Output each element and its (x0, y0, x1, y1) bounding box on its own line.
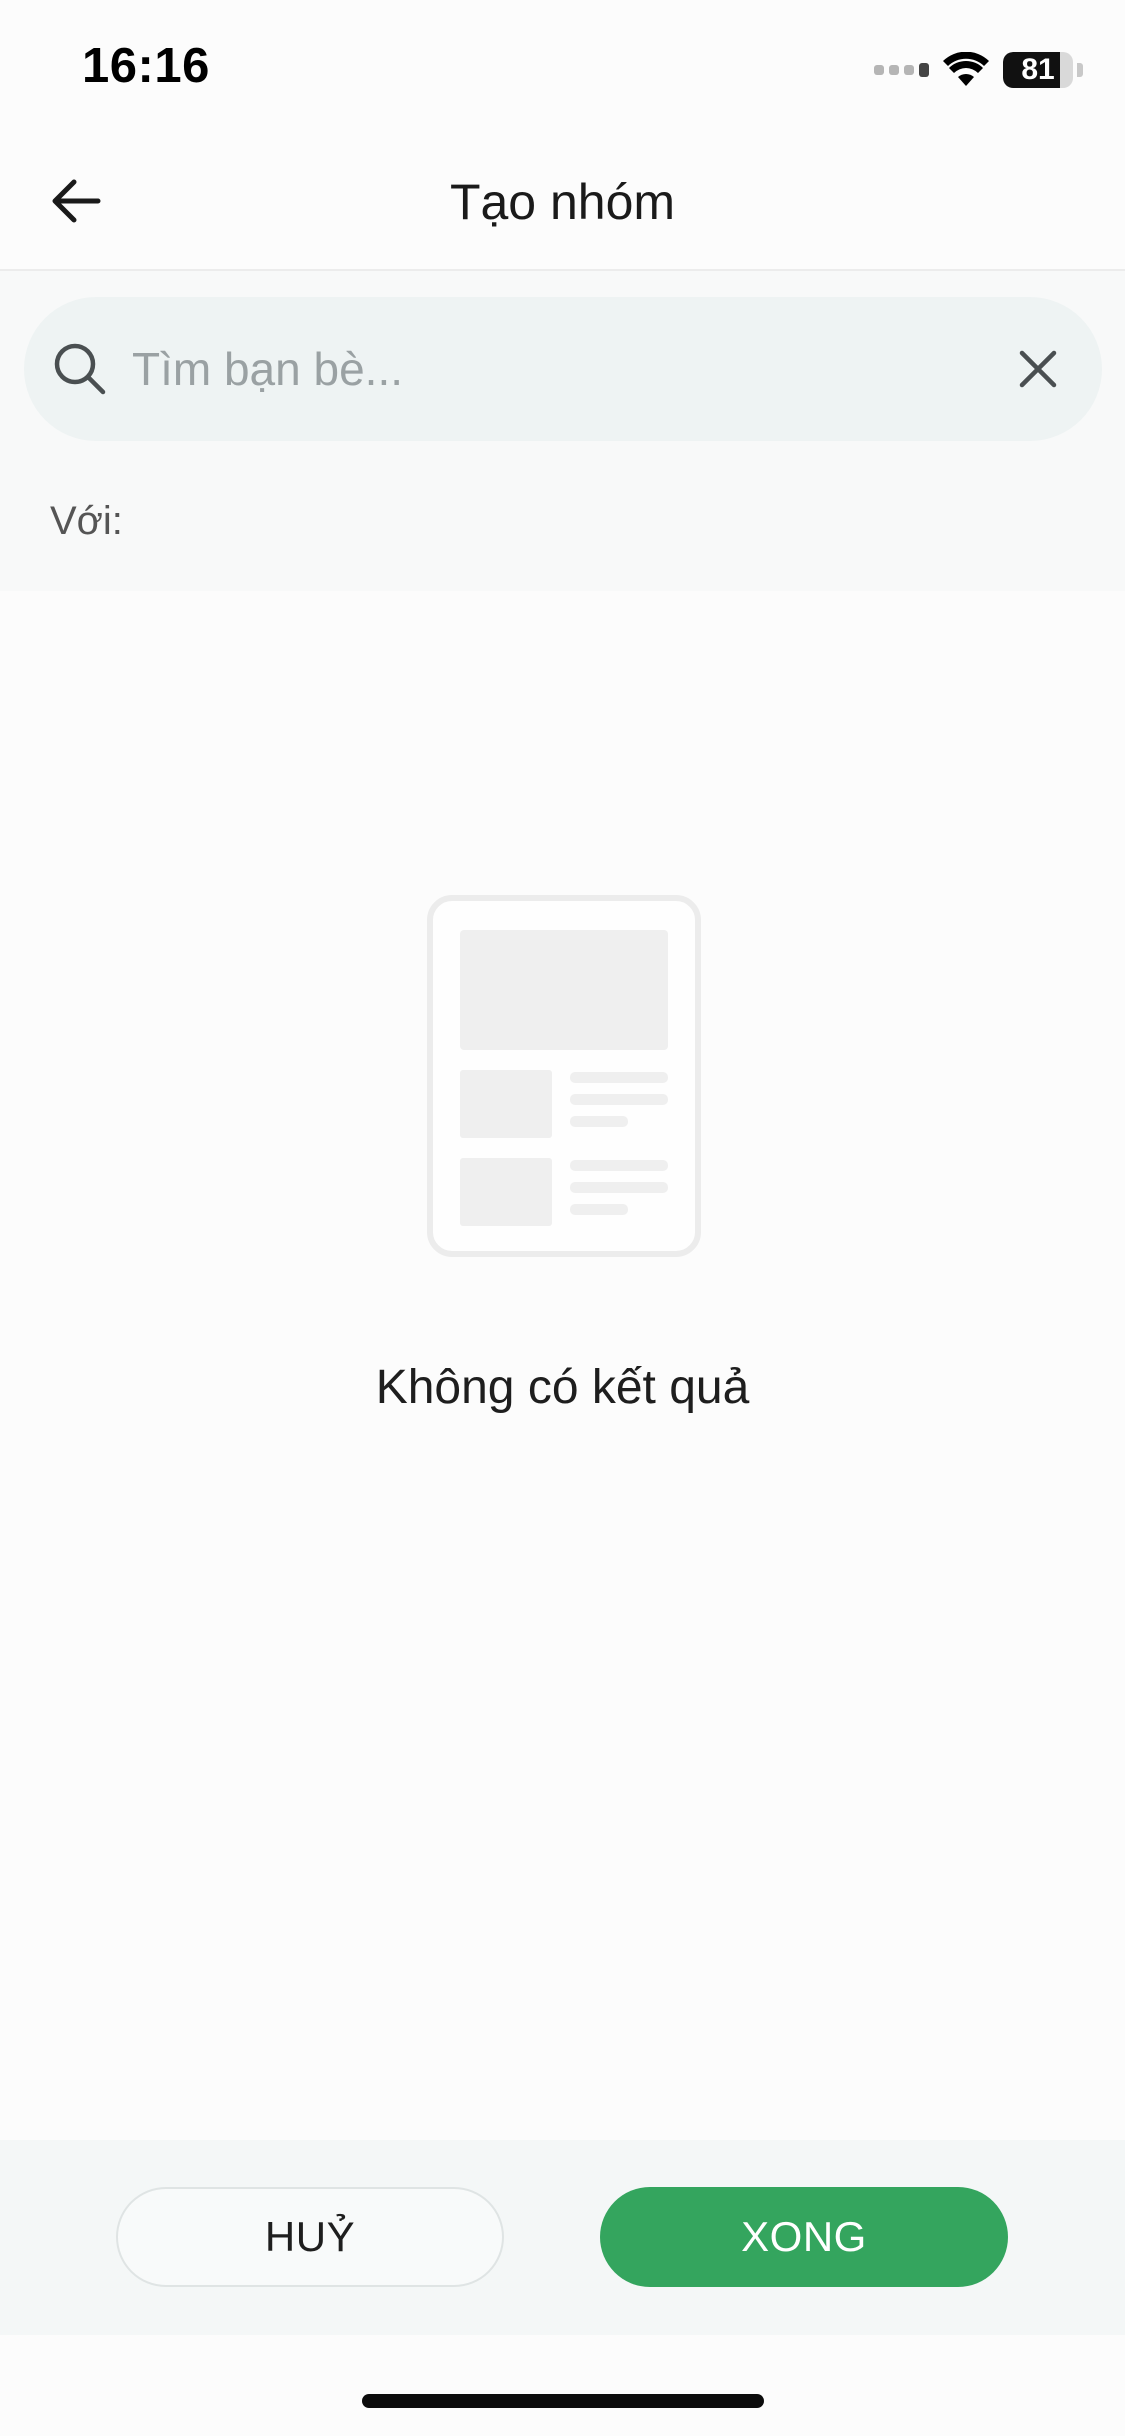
header: Tạo nhóm (0, 135, 1125, 271)
cellular-signal-icon (874, 63, 929, 77)
search-bar (24, 297, 1102, 441)
search-icon (50, 339, 110, 399)
home-indicator (362, 2394, 764, 2408)
status-icons: 81 (874, 48, 1083, 92)
close-icon (1019, 350, 1057, 388)
cancel-button[interactable]: HUỶ (116, 2187, 504, 2287)
bottom-action-bar: HUỶ XONG (0, 2140, 1125, 2335)
empty-state-message: Không có kết quả (375, 1361, 750, 1414)
status-bar: 16:16 81 (0, 0, 1125, 135)
empty-document-icon (376, 886, 752, 1266)
search-section: Với: (0, 271, 1125, 591)
battery-level: 81 (1021, 53, 1055, 86)
with-label: Với: (50, 499, 123, 543)
battery-icon: 81 (1003, 52, 1073, 88)
done-button[interactable]: XONG (600, 2187, 1008, 2287)
search-input[interactable] (132, 329, 1002, 409)
create-group-screen: 16:16 81 Tạo nhóm Tìm bạn bè... Với: Khô… (0, 0, 1125, 2436)
battery-tip (1077, 63, 1083, 77)
clear-search-button[interactable] (1002, 333, 1074, 405)
status-time: 16:16 (82, 39, 210, 93)
page-title: Tạo nhóm (449, 174, 676, 230)
wifi-icon (943, 52, 989, 86)
